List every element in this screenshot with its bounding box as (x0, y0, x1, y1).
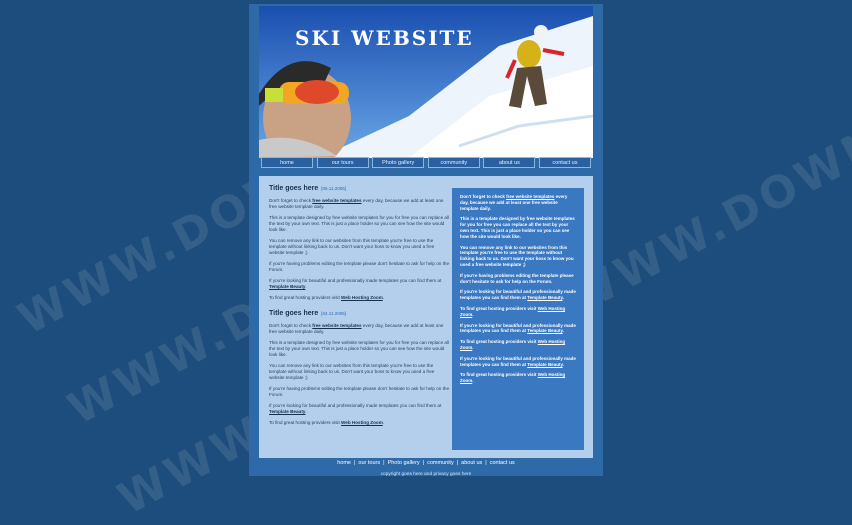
text: . (472, 311, 474, 317)
nav-contact-us[interactable]: contact us (538, 157, 591, 168)
copyright: copyright goes here and privacy goes her… (380, 472, 472, 477)
sidebar-paragraph: If you're having problems editing the te… (460, 272, 574, 284)
text: . (305, 284, 307, 289)
nav-community[interactable]: community (427, 157, 480, 168)
footer-separator: | (485, 460, 487, 466)
header-banner: SKI WEBSITE (259, 6, 593, 158)
text: Don't forget to check (269, 198, 313, 203)
nav-home[interactable]: home (261, 157, 313, 168)
post-paragraph: You can remove any link to our websites … (269, 363, 435, 380)
text: . (382, 420, 385, 425)
post-paragraph: If you're having problems editing the te… (269, 386, 450, 397)
sidebar-paragraph: To find great hosting providers visit We… (460, 372, 576, 384)
sidebar-paragraph: If you're looking for beautiful and prof… (460, 289, 576, 301)
text: . (562, 361, 564, 367)
footer-link-our-tours[interactable]: our tours (358, 460, 380, 466)
text: . (472, 378, 474, 384)
post-paragraph: To find great hosting providers visit We… (269, 420, 449, 426)
main-column: Title goes here [05.11.2006] Don't forget… (269, 184, 449, 454)
text: To find great hosting providers visit (460, 339, 538, 345)
footer-separator: | (383, 460, 385, 466)
sidebar-paragraph: To find great hosting providers visit We… (460, 339, 576, 351)
sidebar-paragraph: This is a template designed by free webs… (460, 216, 575, 239)
nav-our-tours[interactable]: our tours (316, 157, 369, 168)
site-title: SKI WEBSITE (295, 26, 474, 50)
free-templates-link[interactable]: free website templates (312, 198, 361, 203)
template-beauty-link[interactable]: Template Beauty (527, 295, 562, 300)
post-paragraph: If you're having problems editing the te… (269, 261, 450, 272)
footer-link-photo-gallery[interactable]: Photo gallery (388, 460, 420, 466)
template-beauty-link[interactable]: Template Beauty (269, 409, 305, 414)
footer-link-home[interactable]: home (337, 460, 351, 466)
watermark: WWW.DOWNDEMO (560, 38, 852, 326)
footer-separator: | (456, 460, 459, 466)
text: If you're looking for beautiful and prof… (269, 403, 442, 408)
web-hosting-zoom-link[interactable]: Web Hosting Zoom (341, 420, 383, 425)
footer-link-community[interactable]: community (427, 460, 454, 466)
sidebar-paragraph: If you're looking for beautiful and prof… (460, 356, 576, 368)
nav-photo-gallery[interactable]: Photo gallery (372, 157, 425, 168)
post-paragraph: If you're looking for beautiful and prof… (269, 278, 449, 290)
text: Don't forget to check (269, 323, 313, 328)
post-date: [04.11.2006] (321, 311, 346, 316)
nav-about-us[interactable]: about us (483, 157, 536, 168)
text: . (472, 344, 474, 350)
text: To find great hosting providers visit (460, 305, 538, 311)
text: . (562, 295, 564, 301)
web-hosting-zoom-link[interactable]: Web Hosting Zoom (341, 295, 383, 300)
post-paragraph: You can remove any link to our websites … (269, 238, 435, 255)
content-area: Title goes here [05.11.2006] Don't forget… (259, 176, 593, 458)
text: If you're looking for beautiful and prof… (269, 278, 442, 283)
post: Title goes here [05.11.2006] Don't forget… (269, 184, 449, 301)
text: . (382, 295, 385, 300)
sidebar-paragraph: If you're looking for beautiful and prof… (460, 323, 576, 335)
post-paragraph: This is a template designed by free webs… (269, 340, 450, 357)
template-beauty-link[interactable]: Template Beauty (527, 362, 562, 367)
template-beauty-link[interactable]: Template Beauty (269, 284, 305, 289)
post-title-text: Title goes here (269, 185, 319, 192)
text: . (305, 409, 307, 414)
post: Title goes here [04.11.2006] Don't forget… (269, 309, 449, 426)
post-title-text: Title goes here (269, 310, 319, 317)
text: To find great hosting providers visit (269, 295, 342, 300)
sidebar: Don't forget to check free website templ… (452, 188, 584, 450)
template-beauty-link[interactable]: Template Beauty (527, 328, 562, 333)
post-paragraph: If you're looking for beautiful and prof… (269, 403, 449, 415)
footer-separator: | (353, 460, 356, 466)
post-title: Title goes here [05.11.2006] (269, 184, 449, 193)
post-paragraph: This is a template designed by free webs… (269, 215, 450, 232)
footer-separator: | (422, 460, 425, 466)
post-paragraph: To find great hosting providers visit We… (269, 295, 449, 301)
main-nav: home our tours Photo gallery community a… (259, 156, 593, 170)
footer-link-about-us[interactable]: about us (461, 460, 482, 466)
post-title: Title goes here [04.11.2006] (269, 309, 449, 318)
sidebar-paragraph: You can remove any link to our websites … (460, 244, 574, 267)
footer-link-contact-us[interactable]: contact us (490, 460, 515, 466)
sidebar-paragraph: To find great hosting providers visit We… (460, 306, 576, 318)
post-paragraph: Don't forget to check free website templ… (269, 198, 449, 210)
text: Don't forget to check (460, 194, 507, 199)
footer-nav: home | our tours | Photo gallery | community | a… (0, 460, 852, 466)
sidebar-paragraph: Don't forget to check free website templ… (460, 194, 576, 211)
post-paragraph: Don't forget to check free website templ… (269, 323, 449, 335)
free-templates-link[interactable]: free website templates (506, 194, 554, 199)
page-container: SKI WEBSITE home our tours Photo gallery… (249, 4, 603, 476)
post-date: [05.11.2006] (321, 186, 346, 191)
text: To find great hosting providers visit (269, 420, 342, 425)
text: . (562, 328, 564, 334)
text: To find great hosting providers visit (460, 372, 538, 378)
free-templates-link[interactable]: free website templates (312, 323, 361, 328)
